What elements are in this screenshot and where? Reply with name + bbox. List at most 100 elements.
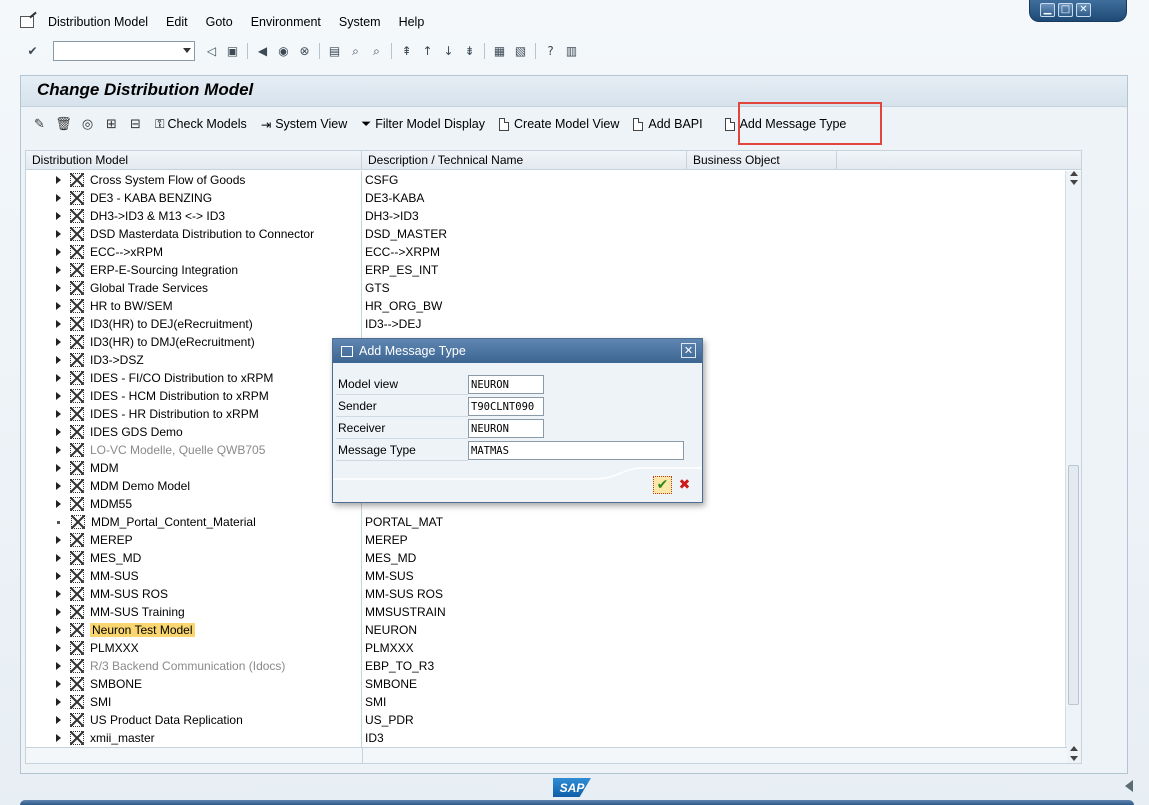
tree-row[interactable]: R/3 Backend Communication (Idocs) EBP_TO_…: [26, 657, 1067, 675]
next-page-icon[interactable]: ↓: [441, 44, 456, 59]
cancel-icon[interactable]: ⊗: [297, 44, 312, 59]
row-label[interactable]: US Product Data Replication: [90, 713, 243, 727]
row-label[interactable]: R/3 Backend Communication (Idocs): [90, 659, 285, 673]
column-description[interactable]: Description / Technical Name: [362, 151, 687, 169]
expand-arrow-icon[interactable]: [56, 320, 61, 328]
expand-arrow-icon[interactable]: [56, 302, 61, 310]
expand-arrow-icon[interactable]: [56, 194, 61, 202]
row-label[interactable]: ERP-E-Sourcing Integration: [90, 263, 238, 277]
collapse-icon[interactable]: ⊟: [127, 116, 144, 133]
status-toggle-icon[interactable]: [1125, 780, 1133, 792]
expand-arrow-icon[interactable]: [56, 500, 61, 508]
row-label[interactable]: ID3(HR) to DMJ(eRecruitment): [90, 335, 255, 349]
enter-icon[interactable]: ✔: [25, 44, 40, 59]
row-label[interactable]: SMBONE: [90, 677, 142, 691]
expand-arrow-icon[interactable]: [56, 374, 61, 382]
menu-edit[interactable]: Edit: [166, 15, 188, 29]
tree-row[interactable]: MM-SUS MM-SUS: [26, 567, 1067, 585]
tree-row[interactable]: ECC-->xRPM ECC-->XRPM: [26, 243, 1067, 261]
tree-row[interactable]: ERP-E-Sourcing Integration ERP_ES_INT: [26, 261, 1067, 279]
row-label[interactable]: ECC-->xRPM: [90, 245, 163, 259]
menu-icon[interactable]: [20, 16, 34, 28]
expand-arrow-icon[interactable]: [56, 590, 61, 598]
expand-arrow-icon[interactable]: [56, 662, 61, 670]
command-field[interactable]: [53, 41, 195, 61]
tree-row[interactable]: PLMXXX PLMXXX: [26, 639, 1067, 657]
delete-icon[interactable]: 🗑: [55, 116, 72, 133]
scroll-up-icon[interactable]: [1070, 171, 1078, 176]
expand-arrow-icon[interactable]: [56, 608, 61, 616]
back-arrow-icon[interactable]: ◁: [204, 44, 219, 59]
expand-icon[interactable]: ⊞: [103, 116, 120, 133]
row-label[interactable]: MDM55: [90, 497, 132, 511]
row-label[interactable]: MDM: [90, 461, 119, 475]
row-label[interactable]: Neuron Test Model: [90, 623, 195, 637]
row-label[interactable]: ID3(HR) to DEJ(eRecruitment): [90, 317, 253, 331]
expand-arrow-icon[interactable]: [56, 482, 61, 490]
expand-arrow-icon[interactable]: [56, 284, 61, 292]
tree-row[interactable]: SMI SMI: [26, 693, 1067, 711]
tree-row[interactable]: SMBONE SMBONE: [26, 675, 1067, 693]
continue-button[interactable]: ✔: [653, 476, 672, 494]
tree-row[interactable]: DE3 - KABA BENZING DE3-KABA: [26, 189, 1067, 207]
row-label[interactable]: DSD Masterdata Distribution to Connector: [90, 227, 314, 241]
row-label[interactable]: IDES - HCM Distribution to xRPM: [90, 389, 269, 403]
row-label[interactable]: MM-SUS Training: [90, 605, 185, 619]
row-label[interactable]: Global Trade Services: [90, 281, 208, 295]
expand-arrow-icon[interactable]: [56, 626, 61, 634]
tree-row[interactable]: MM-SUS ROS MM-SUS ROS: [26, 585, 1067, 603]
back-icon[interactable]: ◀: [255, 44, 270, 59]
expand-arrow-icon[interactable]: [56, 680, 61, 688]
tree-row[interactable]: xmii_master ID3: [26, 729, 1067, 747]
expand-arrow-icon[interactable]: [56, 266, 61, 274]
expand-arrow-icon[interactable]: [56, 554, 61, 562]
expand-arrow-icon[interactable]: [56, 716, 61, 724]
menu-help[interactable]: Help: [399, 15, 425, 29]
tree-row[interactable]: US Product Data Replication US_PDR: [26, 711, 1067, 729]
expand-arrow-icon[interactable]: [56, 356, 61, 364]
chevron-down-icon[interactable]: [183, 48, 191, 53]
row-label[interactable]: IDES - HR Distribution to xRPM: [90, 407, 259, 421]
row-label[interactable]: xmii_master: [90, 731, 155, 745]
column-distribution-model[interactable]: Distribution Model: [26, 151, 362, 169]
scroll-page-up-icon[interactable]: [1070, 180, 1078, 185]
close-icon[interactable]: ✕: [1076, 3, 1091, 17]
add-message-type-button[interactable]: Add Message Type: [721, 113, 851, 135]
scrollbar-thumb[interactable]: [1068, 465, 1079, 705]
row-label[interactable]: MDM_Portal_Content_Material: [91, 515, 256, 529]
vertical-scrollbar[interactable]: [1065, 171, 1081, 763]
menu-goto[interactable]: Goto: [206, 15, 233, 29]
create-model-view-button[interactable]: Create Model View: [495, 113, 623, 135]
row-label[interactable]: PLMXXX: [90, 641, 139, 655]
tree-row[interactable]: Cross System Flow of Goods CSFG: [26, 171, 1067, 189]
row-label[interactable]: SMI: [90, 695, 111, 709]
display-icon[interactable]: ◎: [79, 116, 96, 133]
save-icon[interactable]: ▣: [225, 44, 240, 59]
find-next-icon[interactable]: ⌕: [369, 44, 384, 59]
shortcut-icon[interactable]: ▧: [513, 44, 528, 59]
tree-row[interactable]: DH3->ID3 & M13 <-> ID3 DH3->ID3: [26, 207, 1067, 225]
print-icon[interactable]: ▤: [327, 44, 342, 59]
tree-row[interactable]: HR to BW/SEM HR_ORG_BW: [26, 297, 1067, 315]
row-label[interactable]: MM-SUS: [90, 569, 139, 583]
row-label[interactable]: HR to BW/SEM: [90, 299, 173, 313]
row-label[interactable]: Cross System Flow of Goods: [90, 173, 245, 187]
tree-row[interactable]: DSD Masterdata Distribution to Connector…: [26, 225, 1067, 243]
new-session-icon[interactable]: ▦: [492, 44, 507, 59]
scroll-down-icon[interactable]: [1070, 756, 1078, 761]
menu-system[interactable]: System: [339, 15, 381, 29]
sender-field[interactable]: [468, 396, 544, 416]
cancel-button[interactable]: ✖: [675, 476, 694, 494]
menu-environment[interactable]: Environment: [251, 15, 321, 29]
row-label[interactable]: IDES - FI/CO Distribution to xRPM: [90, 371, 273, 385]
add-bapi-button[interactable]: Add BAPI: [629, 113, 706, 135]
expand-arrow-icon[interactable]: [56, 572, 61, 580]
check-models-button[interactable]: ⚿ Check Models: [151, 113, 251, 135]
row-label[interactable]: ID3->DSZ: [90, 353, 144, 367]
expand-arrow-icon[interactable]: [56, 464, 61, 472]
layout-icon[interactable]: ▥: [564, 44, 579, 59]
tree-row[interactable]: MM-SUS Training MMSUSTRAIN: [26, 603, 1067, 621]
expand-arrow-icon[interactable]: [56, 392, 61, 400]
tree-row[interactable]: ID3(HR) to DEJ(eRecruitment) ID3-->DEJ: [26, 315, 1067, 333]
expand-arrow-icon[interactable]: [56, 698, 61, 706]
